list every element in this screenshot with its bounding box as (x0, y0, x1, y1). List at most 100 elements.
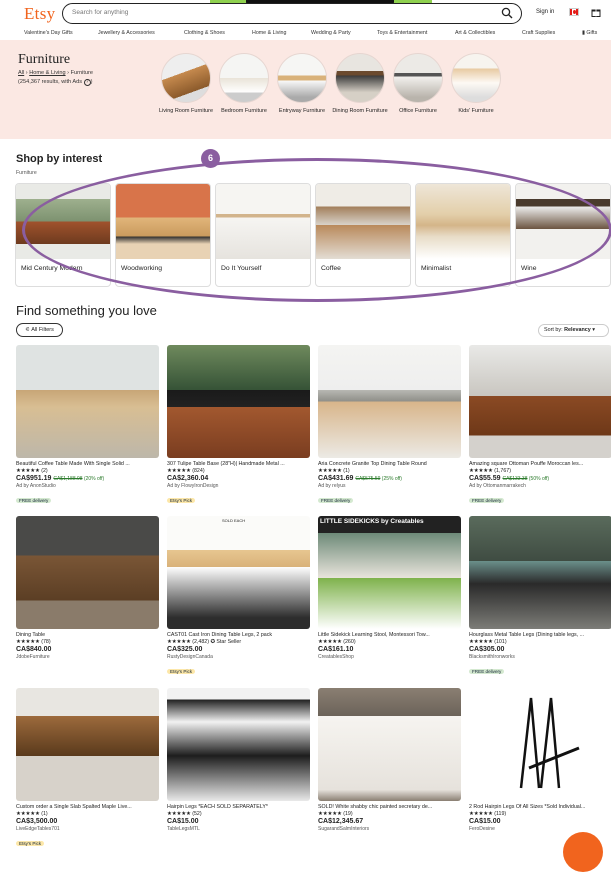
nav-art[interactable]: Art & Collectibles (455, 30, 495, 36)
category-bedroom[interactable]: Bedroom Furniture (215, 53, 273, 115)
listing-title[interactable]: CAST01 Cast Iron Dining Table Legs, 2 pa… (167, 632, 310, 638)
listing-title[interactable]: Amazing square Ottoman Pouffe Moroccan l… (469, 461, 611, 467)
listing-card[interactable]: Amazing square Ottoman Pouffe Moroccan l… (469, 345, 611, 507)
listing-price: CA$431.69 CA$575.59 (25% off) (318, 475, 402, 482)
help-fab-button[interactable] (563, 832, 603, 872)
results-count: (254,367 results, with Ads ?) (18, 79, 93, 86)
listing-title[interactable]: Hairpin Legs *EACH SOLD SEPARATELY* (167, 804, 310, 810)
listing-card[interactable]: 2 Rod Hairpin Legs Of All Sizes *Sold In… (469, 688, 611, 832)
kids-image (451, 53, 501, 103)
listing-photo[interactable] (469, 345, 611, 458)
search-placeholder[interactable]: Search for anything (72, 9, 128, 16)
listing-title[interactable]: Dining Table (16, 632, 159, 638)
listing-title[interactable]: 307 Tulipe Table Base (28"H)| Handmade M… (167, 461, 310, 467)
sort-dropdown[interactable]: Sort by: Relevancy ▾ (538, 324, 609, 337)
listing-title[interactable]: SOLD! White shabby chic painted secretar… (318, 804, 461, 810)
listing-price: CA$840.00 (16, 646, 52, 653)
page-title: Furniture (18, 52, 71, 67)
shop-name: Ad by relyus (318, 483, 346, 489)
listing-rating: ★★★★★ (824) (167, 468, 205, 474)
nav-valentines[interactable]: Valentine's Day Gifts (24, 30, 73, 36)
shop-name: TableLegsMTL (167, 826, 200, 832)
listing-photo[interactable]: LITTLE SIDEKICKS by Creatables (318, 516, 461, 629)
listing-photo[interactable] (167, 345, 310, 458)
shop-name: FeroDesine (469, 826, 495, 832)
category-label: Dining Room Furniture (332, 108, 388, 114)
listing-card[interactable]: 307 Tulipe Table Base (28"H)| Handmade M… (167, 345, 310, 507)
listing-photo[interactable] (167, 688, 310, 801)
listing-card[interactable]: SOLD EACH CAST01 Cast Iron Dining Table L… (167, 516, 310, 678)
listing-rating: ★★★★★ (101) (469, 639, 507, 645)
listing-price: CA$15.00 (167, 818, 199, 825)
search-bar[interactable]: Search for anything (62, 3, 522, 24)
nav-home-living[interactable]: Home & Living (252, 30, 286, 36)
category-label: Entryway Furniture (278, 108, 326, 114)
listing-title[interactable]: Beautiful Coffee Table Made With Single … (16, 461, 159, 467)
listing-title[interactable]: Hourglass Metal Table Legs (Dining table… (469, 632, 611, 638)
listing-rating: ★★★★★ (1) (318, 468, 350, 474)
etsy-logo[interactable]: Etsy (24, 4, 55, 24)
category-kids[interactable]: Kids' Furniture (447, 53, 505, 115)
original-price: CA$575.59 (355, 476, 381, 482)
category-office[interactable]: Office Furniture (389, 53, 447, 115)
listing-card[interactable]: LITTLE SIDEKICKS by Creatables Little Sid… (318, 516, 461, 660)
bedroom-image (219, 53, 269, 103)
category-label: Kids' Furniture (458, 108, 494, 114)
shop-by-interest-title: Shop by interest (16, 153, 103, 165)
shop-name: RustyDesignCanada (167, 654, 213, 660)
nav-gifts[interactable]: ▮ Gifts (582, 30, 597, 36)
listing-card[interactable]: Hairpin Legs *EACH SOLD SEPARATELY* ★★★★★… (167, 688, 310, 832)
entryway-image (277, 53, 327, 103)
search-icon[interactable] (501, 7, 513, 19)
breadcrumb-home[interactable]: Home & Living (29, 70, 65, 76)
listing-photo[interactable]: SOLD EACH (167, 516, 310, 629)
sort-label: Sort by: (544, 327, 563, 333)
category-dining-room[interactable]: Dining Room Furniture (331, 53, 389, 115)
listing-card[interactable]: Aria Concrete Granite Top Dining Table R… (318, 345, 461, 507)
gift-icon[interactable] (591, 7, 601, 17)
shop-name: CreatablesShop (318, 654, 354, 660)
listing-title[interactable]: Custom order a Single Slab Spalted Maple… (16, 804, 159, 810)
info-icon[interactable]: ? (83, 79, 91, 86)
nav-craft[interactable]: Craft Supplies (522, 30, 555, 36)
category-entryway[interactable]: Entryway Furniture (273, 53, 331, 115)
listing-photo[interactable] (16, 345, 159, 458)
nav-jewellery[interactable]: Jewellery & Accessories (98, 30, 155, 36)
free-delivery-badge: FREE delivery (318, 498, 354, 503)
nav-toys[interactable]: Toys & Entertainment (377, 30, 427, 36)
listing-rating: ★★★★★ (1) (16, 811, 48, 817)
nav-wedding[interactable]: Wedding & Party (311, 30, 351, 36)
canada-flag-icon[interactable] (569, 8, 579, 16)
listing-photo[interactable] (469, 688, 611, 801)
nav-clothing[interactable]: Clothing & Shoes (184, 30, 225, 36)
listing-card[interactable]: Beautiful Coffee Table Made With Single … (16, 345, 159, 507)
listing-photo[interactable] (318, 688, 461, 801)
listing-card[interactable]: SOLD! White shabby chic painted secretar… (318, 688, 461, 832)
free-delivery-badge: FREE delivery (469, 669, 505, 674)
category-label: Living Room Furniture (158, 108, 214, 114)
listing-photo[interactable] (16, 516, 159, 629)
listing-price: CA$15.00 (469, 818, 501, 825)
listing-title[interactable]: Little Sidekick Learning Stool, Montesso… (318, 632, 461, 638)
free-delivery-badge: FREE delivery (469, 498, 505, 503)
annotation-badge: 6 (201, 149, 220, 168)
highlight-annotation-oval (22, 158, 611, 302)
dining-room-image (335, 53, 385, 103)
listing-card[interactable]: Custom order a Single Slab Spalted Maple… (16, 688, 159, 850)
listing-title[interactable]: 2 Rod Hairpin Legs Of All Sizes *Sold In… (469, 804, 611, 810)
listing-title[interactable]: Aria Concrete Granite Top Dining Table R… (318, 461, 461, 467)
listing-price: CA$2,360.04 (167, 475, 209, 482)
listing-photo[interactable] (16, 688, 159, 801)
listing-photo[interactable] (469, 516, 611, 629)
listing-card[interactable]: Hourglass Metal Table Legs (Dining table… (469, 516, 611, 678)
breadcrumb: All › Home & Living › Furniture (18, 70, 93, 76)
category-label: Office Furniture (399, 108, 437, 114)
category-living-room[interactable]: Living Room Furniture (157, 53, 215, 115)
listing-photo[interactable] (318, 345, 461, 458)
breadcrumb-all[interactable]: All (18, 70, 24, 76)
listing-card[interactable]: Dining Table ★★★★★ (78) CA$840.00 JdobeFur… (16, 516, 159, 660)
etsys-pick-badge: Etsy's Pick (16, 841, 45, 846)
sign-in-link[interactable]: Sign in (536, 9, 554, 15)
all-filters-button[interactable]: ⚟ All Filters (16, 323, 63, 337)
filter-icon: ⚟ (25, 327, 31, 333)
